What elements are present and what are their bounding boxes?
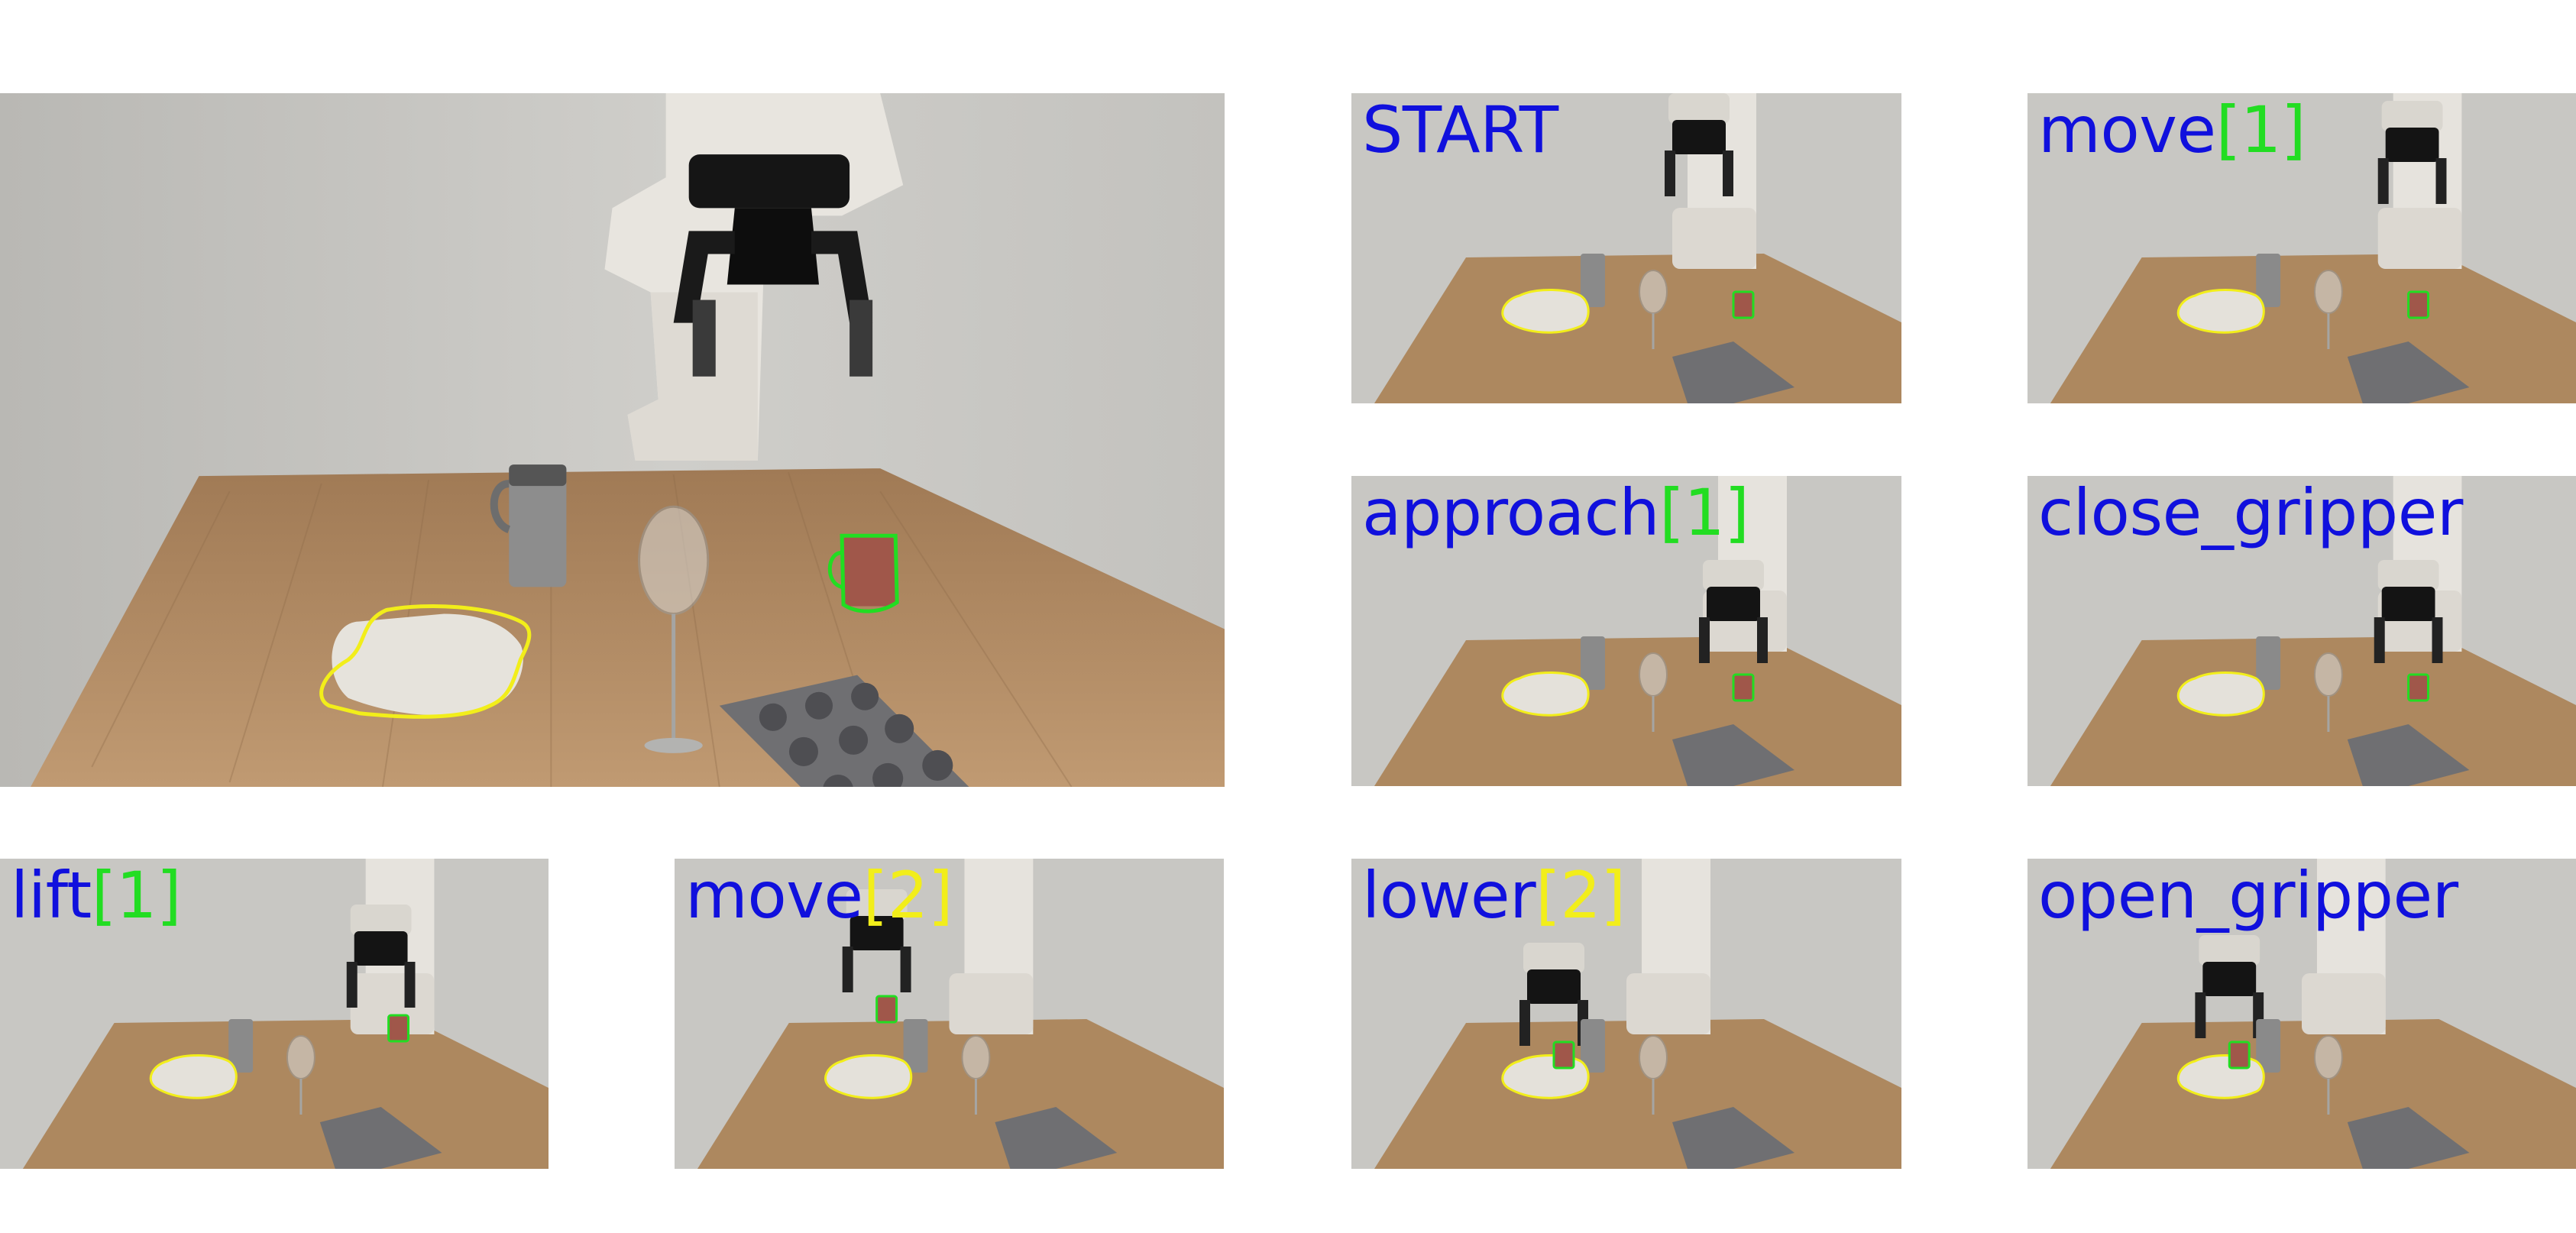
step-frame-lift-1: lift[1] [0,859,549,1169]
step-arg: [2] [862,859,953,933]
step-frame-lower-2: lower[2] [1351,859,1901,1169]
step-label: lower[2] [1362,859,1626,933]
step-frame-move-1: move[1] [2027,93,2576,403]
step-arg: [1] [91,859,182,933]
step-arg: [2] [1536,859,1626,933]
step-label: move[2] [685,859,953,933]
step-verb: move [685,859,863,933]
step-frame-approach-1: approach[1] [1351,476,1901,786]
step-arg: [1] [1659,476,1749,550]
step-label: lift[1] [11,859,182,933]
step-label: open_gripper [2038,859,2458,933]
step-verb: approach [1362,476,1660,550]
step-verb: lower [1362,859,1536,933]
step-verb: START [1362,93,1558,167]
step-arg: [1] [2215,93,2306,167]
step-frame-open-gripper: open_gripper [2027,859,2576,1169]
step-label: approach[1] [1362,476,1749,550]
step-frame-move-2: move[2] [675,859,1224,1169]
step-verb: close_gripper [2038,476,2463,550]
step-verb: lift [11,859,92,933]
step-verb: move [2038,93,2216,167]
step-frame-start: START [1351,93,1901,403]
step-label: move[1] [2038,93,2306,167]
step-label: close_gripper [2038,476,2463,550]
main-scene-image [0,93,1225,787]
step-label: START [1362,93,1558,167]
step-frame-close-gripper: close_gripper [2027,476,2576,786]
step-verb: open_gripper [2038,859,2458,933]
